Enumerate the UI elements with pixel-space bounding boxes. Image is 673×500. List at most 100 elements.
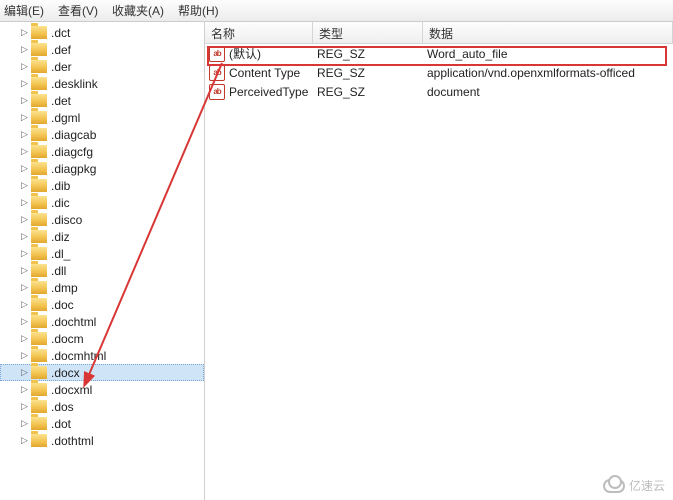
tree-item[interactable]: ▷ .diagpkg [0, 160, 204, 177]
string-value-icon: ab [209, 84, 225, 100]
watermark-text: 亿速云 [629, 477, 665, 494]
menu-favorites[interactable]: 收藏夹(A) [112, 2, 164, 19]
expand-icon[interactable]: ▷ [20, 198, 29, 207]
tree-item[interactable]: ▷.dib [0, 177, 204, 194]
expand-icon[interactable]: ▷ [20, 113, 29, 122]
list-row[interactable]: ab(默认)REG_SZWord_auto_file [205, 44, 673, 63]
tree-item[interactable]: ▷.der [0, 58, 204, 75]
expand-icon[interactable]: ▷ [20, 45, 29, 54]
folder-icon [31, 417, 47, 430]
tree-item-label: .dothtml [51, 434, 94, 448]
expand-icon[interactable]: ▷ [20, 317, 29, 326]
tree-item-label: .dl_ [51, 247, 70, 261]
menu-view[interactable]: 查看(V) [58, 2, 98, 19]
tree-item[interactable]: ▷ .dl_ [0, 245, 204, 262]
value-name: PerceivedType [229, 85, 317, 99]
expand-icon[interactable]: ▷ [20, 147, 29, 156]
menu-help[interactable]: 帮助(H) [178, 2, 219, 19]
folder-icon [31, 145, 47, 158]
tree-item[interactable]: ▷ .det [0, 92, 204, 109]
header-data[interactable]: 数据 [423, 22, 673, 43]
folder-icon [31, 264, 47, 277]
tree-item[interactable]: ▷ .dll [0, 262, 204, 279]
expand-icon[interactable]: ▷ [20, 300, 29, 309]
value-type: REG_SZ [317, 85, 427, 99]
watermark: 亿速云 [603, 477, 665, 494]
header-type[interactable]: 类型 [313, 22, 423, 43]
expand-icon[interactable]: ▷ [20, 164, 29, 173]
expand-icon[interactable]: ▷ [20, 79, 29, 88]
expand-icon[interactable]: ▷ [20, 249, 29, 258]
tree-item[interactable]: ▷.dos [0, 398, 204, 415]
header-name[interactable]: 名称 [205, 22, 313, 43]
tree-item-label: .desklink [51, 77, 98, 91]
cloud-icon [603, 479, 625, 493]
expand-icon[interactable]: ▷ [20, 368, 29, 377]
tree-item-label: .diagcab [51, 128, 96, 142]
folder-icon [31, 162, 47, 175]
folder-icon [31, 332, 47, 345]
tree-item[interactable]: ▷.docm [0, 330, 204, 347]
expand-icon[interactable]: ▷ [20, 232, 29, 241]
expand-icon[interactable]: ▷ [20, 181, 29, 190]
tree-item[interactable]: ▷ .def [0, 41, 204, 58]
tree-item-label: .diagcfg [51, 145, 93, 159]
tree-item[interactable]: ▷ .dmp [0, 279, 204, 296]
folder-icon [31, 281, 47, 294]
tree-item[interactable]: ▷ .desklink [0, 75, 204, 92]
tree-item[interactable]: ▷ .dothtml [0, 432, 204, 449]
tree-item-label: .def [51, 43, 71, 57]
tree-pane[interactable]: ▷.dct▷.def▷.der▷.desklink▷.det▷.dgml▷.di… [0, 22, 205, 500]
tree-item[interactable]: ▷ .dgml [0, 109, 204, 126]
tree-item-label: .diagpkg [51, 162, 96, 176]
expand-icon[interactable]: ▷ [20, 266, 29, 275]
tree-item-label: .diz [51, 230, 70, 244]
tree-item-label: .dll [51, 264, 66, 278]
tree-item[interactable]: ▷ .dot [0, 415, 204, 432]
tree-item[interactable]: ▷ .diagcfg [0, 143, 204, 160]
folder-icon [31, 60, 47, 73]
expand-icon[interactable]: ▷ [20, 62, 29, 71]
expand-icon[interactable]: ▷ [20, 96, 29, 105]
tree-item[interactable]: ▷ .docmhtml [0, 347, 204, 364]
list-row[interactable]: abContent TypeREG_SZapplication/vnd.open… [205, 63, 673, 82]
tree-item-label: .det [51, 94, 71, 108]
tree-item-label: .disco [51, 213, 82, 227]
list-row[interactable]: ab PerceivedTypeREG_SZdocument [205, 82, 673, 101]
tree-item[interactable]: ▷ .dct [0, 24, 204, 41]
value-name: (默认) [229, 45, 317, 62]
expand-icon[interactable]: ▷ [20, 215, 29, 224]
expand-icon[interactable]: ▷ [20, 419, 29, 428]
menu-bar: 编辑(E) 查看(V) 收藏夹(A) 帮助(H) [0, 0, 673, 22]
main-container: ▷.dct▷.def▷.der▷.desklink▷.det▷.dgml▷.di… [0, 22, 673, 500]
folder-icon [31, 366, 47, 379]
value-data: document [427, 85, 673, 99]
folder-icon [31, 400, 47, 413]
tree-item[interactable]: ▷.dic [0, 194, 204, 211]
tree-item-label: .dmp [51, 281, 78, 295]
tree-item[interactable]: ▷ .diagcab [0, 126, 204, 143]
expand-icon[interactable]: ▷ [20, 28, 29, 37]
expand-icon[interactable]: ▷ [20, 334, 29, 343]
tree-item[interactable]: ▷.doc [0, 296, 204, 313]
tree-item[interactable]: ▷.dochtml [0, 313, 204, 330]
expand-icon[interactable]: ▷ [20, 130, 29, 139]
tree-item-label: .dct [51, 26, 70, 40]
folder-icon [31, 128, 47, 141]
menu-edit[interactable]: 编辑(E) [4, 2, 44, 19]
expand-icon[interactable]: ▷ [20, 283, 29, 292]
list-pane[interactable]: 名称 类型 数据 ab(默认)REG_SZWord_auto_fileabCon… [205, 22, 673, 500]
expand-icon[interactable]: ▷ [20, 385, 29, 394]
tree-item[interactable]: ▷ .diz [0, 228, 204, 245]
folder-icon [31, 434, 47, 447]
tree-item-label: .dot [51, 417, 71, 431]
tree-item-label: .dgml [51, 111, 80, 125]
expand-icon[interactable]: ▷ [20, 436, 29, 445]
expand-icon[interactable]: ▷ [20, 402, 29, 411]
expand-icon[interactable]: ▷ [20, 351, 29, 360]
folder-icon [31, 247, 47, 260]
tree-item-label: .docmhtml [51, 349, 106, 363]
tree-item[interactable]: ▷ .disco [0, 211, 204, 228]
tree-item[interactable]: ▷.docxml [0, 381, 204, 398]
tree-item[interactable]: ▷.docx [0, 364, 204, 381]
